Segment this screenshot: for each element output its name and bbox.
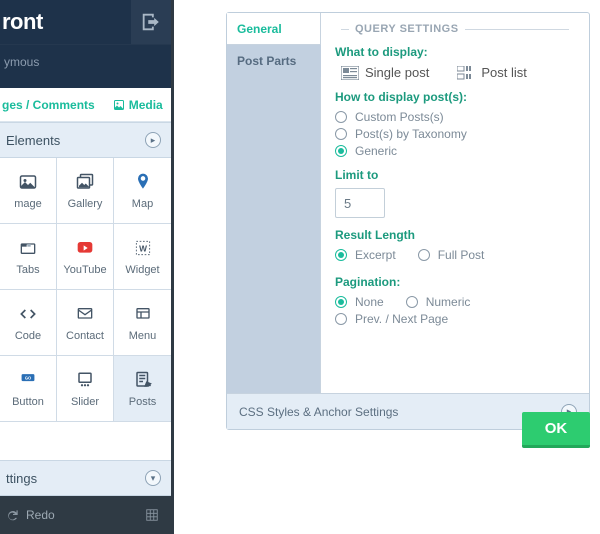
label-what-to-display: What to display: bbox=[335, 45, 575, 59]
radio-post-list[interactable]: Post list bbox=[451, 65, 527, 80]
tab-pages-comments[interactable]: ges / Comments bbox=[2, 98, 95, 112]
radio-pag-none[interactable]: None bbox=[335, 295, 384, 309]
content-tabs: ges / Comments Media bbox=[0, 88, 171, 122]
radio-excerpt[interactable]: Excerpt bbox=[335, 248, 396, 262]
svg-text:W: W bbox=[139, 243, 147, 253]
element-map[interactable]: Map bbox=[114, 158, 171, 224]
left-sidebar: ront ymous ges / Comments Media Elements… bbox=[0, 0, 174, 534]
radio-icon bbox=[335, 296, 347, 308]
redo-button[interactable]: Redo bbox=[6, 508, 55, 522]
chevron-right-icon: ▸ bbox=[145, 132, 161, 148]
grid-icon bbox=[145, 508, 159, 522]
panel-tabs: General Post Parts bbox=[227, 13, 321, 393]
exit-button[interactable] bbox=[131, 0, 171, 44]
limit-input[interactable]: 5 bbox=[335, 188, 385, 218]
post-list-icon bbox=[457, 66, 475, 80]
element-code[interactable]: Code bbox=[0, 290, 57, 356]
radio-icon bbox=[418, 249, 430, 261]
radio-icon bbox=[335, 249, 347, 261]
ok-button[interactable]: OK bbox=[522, 412, 590, 448]
element-image[interactable]: mage bbox=[0, 158, 57, 224]
grid-toggle-button[interactable] bbox=[145, 508, 159, 522]
tab-general[interactable]: General bbox=[227, 13, 321, 45]
label-limit-to: Limit to bbox=[335, 168, 575, 182]
radio-icon bbox=[335, 128, 347, 140]
radio-generic[interactable]: Generic bbox=[335, 144, 575, 158]
posts-icon bbox=[132, 370, 154, 390]
radio-icon bbox=[335, 111, 347, 123]
element-posts[interactable]: Posts bbox=[114, 356, 171, 422]
element-gallery[interactable]: Gallery bbox=[57, 158, 114, 224]
slider-icon bbox=[74, 370, 96, 390]
radio-custom-posts[interactable]: Custom Posts(s) bbox=[335, 110, 575, 124]
exit-icon bbox=[140, 11, 162, 33]
element-slider[interactable]: Slider bbox=[57, 356, 114, 422]
panel-content: QUERY SETTINGS What to display: Single p… bbox=[321, 13, 589, 393]
what-to-display-options: Single post Post list bbox=[335, 65, 575, 80]
element-youtube[interactable]: YouTube bbox=[57, 224, 114, 290]
element-button[interactable]: GO Button bbox=[0, 356, 57, 422]
single-post-icon bbox=[341, 66, 359, 80]
user-row: ymous bbox=[0, 44, 171, 78]
svg-text:GO: GO bbox=[25, 375, 31, 380]
section-elements-header[interactable]: Elements ▸ bbox=[0, 122, 171, 158]
radio-icon bbox=[406, 296, 418, 308]
section-elements-label: Elements bbox=[6, 133, 60, 148]
radio-by-taxonomy[interactable]: Post(s) by Taxonomy bbox=[335, 127, 575, 141]
tabs-icon bbox=[17, 238, 39, 258]
element-menu[interactable]: Menu bbox=[114, 290, 171, 356]
button-icon: GO bbox=[17, 370, 39, 390]
widget-icon: W bbox=[132, 238, 154, 258]
section-settings-label: ttings bbox=[6, 471, 37, 486]
logo: ront bbox=[0, 9, 43, 35]
settings-panel: General Post Parts QUERY SETTINGS What t… bbox=[226, 12, 590, 430]
label-how-to-display: How to display post(s): bbox=[335, 90, 575, 104]
menu-icon bbox=[132, 304, 154, 324]
radio-icon bbox=[335, 313, 347, 325]
redo-icon bbox=[6, 508, 20, 522]
label-result-length: Result Length bbox=[335, 228, 575, 242]
elements-grid: mage Gallery Map Tabs YouTube W Widget C… bbox=[0, 158, 171, 422]
element-tabs[interactable]: Tabs bbox=[0, 224, 57, 290]
bottom-bar: Redo bbox=[0, 496, 171, 534]
radio-pag-prevnext[interactable]: Prev. / Next Page bbox=[335, 312, 575, 326]
chevron-down-icon: ▾ bbox=[145, 470, 161, 486]
youtube-icon bbox=[74, 238, 96, 258]
tab-media[interactable]: Media bbox=[113, 98, 163, 112]
map-icon bbox=[132, 172, 154, 192]
section-settings-header[interactable]: ttings ▾ bbox=[0, 460, 171, 496]
radio-full-post[interactable]: Full Post bbox=[418, 248, 485, 262]
radio-pag-numeric[interactable]: Numeric bbox=[406, 295, 471, 309]
element-widget[interactable]: W Widget bbox=[114, 224, 171, 290]
tab-post-parts[interactable]: Post Parts bbox=[227, 45, 321, 77]
media-icon bbox=[113, 99, 125, 111]
image-icon bbox=[17, 172, 39, 192]
label-pagination: Pagination: bbox=[335, 275, 575, 289]
query-settings-legend: QUERY SETTINGS bbox=[335, 23, 575, 35]
gallery-icon bbox=[74, 172, 96, 192]
radio-icon bbox=[335, 145, 347, 157]
radio-single-post[interactable]: Single post bbox=[335, 65, 429, 80]
topbar: ront bbox=[0, 0, 171, 44]
code-icon bbox=[17, 304, 39, 324]
contact-icon bbox=[74, 304, 96, 324]
element-contact[interactable]: Contact bbox=[57, 290, 114, 356]
